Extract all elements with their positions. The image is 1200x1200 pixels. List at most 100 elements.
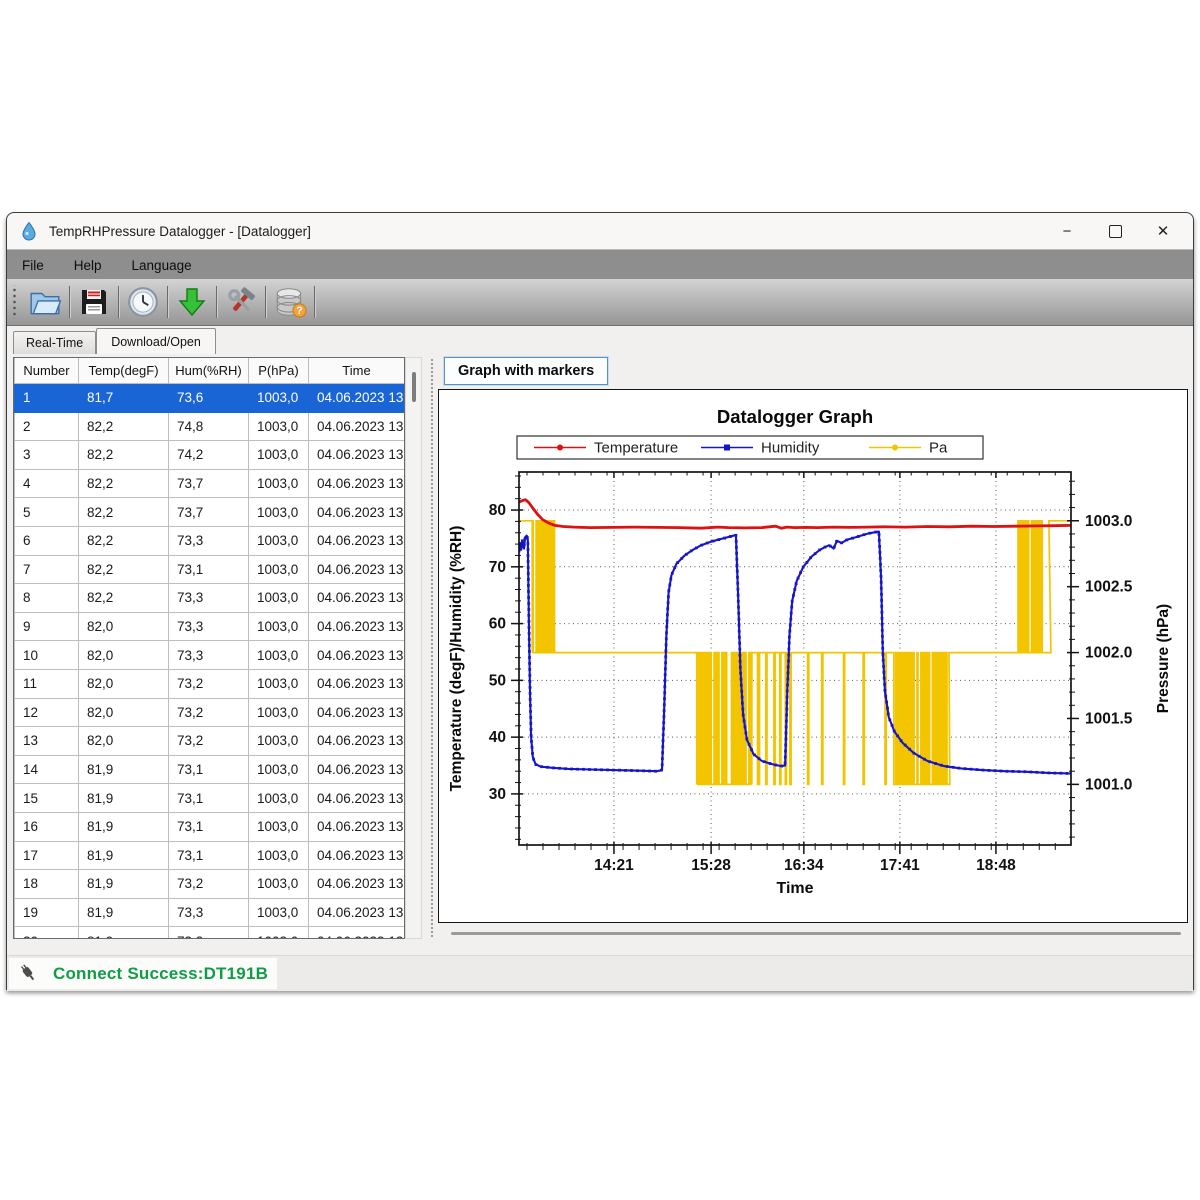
tab-strip: Real-Time Download/Open <box>13 326 216 354</box>
table-cell: 1003,0 <box>249 870 309 899</box>
table-row[interactable]: 1781,973,11003,004.06.2023 13... <box>15 841 405 870</box>
menu-help[interactable]: Help <box>59 258 117 273</box>
save-button[interactable] <box>72 282 116 322</box>
minimize-button[interactable]: − <box>1043 213 1091 249</box>
time-sync-button[interactable] <box>121 282 165 322</box>
status-message: Connect Success:DT191B <box>53 964 268 984</box>
datalogger-chart: 3040506070801001.01001.51002.01002.51003… <box>439 390 1187 922</box>
table-cell: 04.06.2023 13... <box>309 898 405 927</box>
maximize-button[interactable] <box>1091 213 1139 249</box>
table-cell: 04.06.2023 13... <box>309 727 405 756</box>
table-cell: 04.06.2023 13... <box>309 755 405 784</box>
database-button[interactable]: ? <box>268 282 312 322</box>
table-row[interactable]: 582,273,71003,004.06.2023 13... <box>15 498 405 527</box>
table-cell: 04.06.2023 13... <box>309 441 405 470</box>
table-cell: 73,2 <box>169 727 249 756</box>
table-cell: 73,7 <box>169 469 249 498</box>
table-row[interactable]: 2081,973,31003,004.06.2023 13... <box>15 927 405 939</box>
table-cell: 1003,0 <box>249 812 309 841</box>
panel-splitter[interactable] <box>431 359 433 937</box>
status-bar: Connect Success:DT191B <box>7 955 1193 991</box>
table-cell: 82,0 <box>79 727 169 756</box>
column-header[interactable]: Temp(degF) <box>79 358 169 384</box>
table-cell: 1003,0 <box>249 641 309 670</box>
table-cell: 81,7 <box>79 384 169 413</box>
svg-text:16:34: 16:34 <box>784 857 824 874</box>
table-row[interactable]: 1581,973,11003,004.06.2023 13... <box>15 784 405 813</box>
column-header[interactable]: P(hPa) <box>249 358 309 384</box>
svg-text:80: 80 <box>489 502 506 519</box>
tab-real-time[interactable]: Real-Time <box>13 331 96 354</box>
table-cell: 04.06.2023 13... <box>309 841 405 870</box>
svg-text:1001.5: 1001.5 <box>1085 710 1133 727</box>
table-row[interactable]: 282,274,81003,004.06.2023 13... <box>15 412 405 441</box>
table-cell: 82,2 <box>79 498 169 527</box>
table-cell: 1003,0 <box>249 698 309 727</box>
graph-with-markers-label: Graph with markers <box>458 363 594 379</box>
svg-text:1001.0: 1001.0 <box>1085 776 1132 793</box>
table-cell: 82,2 <box>79 469 169 498</box>
table-cell: 74,8 <box>169 412 249 441</box>
table-cell: 1003,0 <box>249 612 309 641</box>
table-cell: 81,9 <box>79 870 169 899</box>
table-scrollbar[interactable] <box>405 357 422 939</box>
table-cell: 1003,0 <box>249 727 309 756</box>
table-row[interactable]: 1082,073,31003,004.06.2023 13... <box>15 641 405 670</box>
database-icon: ? <box>272 285 308 319</box>
table-cell: 1003,0 <box>249 441 309 470</box>
table-cell: 73,3 <box>169 612 249 641</box>
data-table: NumberTemp(degF)Hum(%RH)P(hPa)Time 181,7… <box>13 357 405 939</box>
tab-download-open[interactable]: Download/Open <box>96 328 216 354</box>
table-cell: 82,2 <box>79 412 169 441</box>
table-row[interactable]: 1282,073,21003,004.06.2023 13... <box>15 698 405 727</box>
table-row[interactable]: 882,273,31003,004.06.2023 13... <box>15 584 405 613</box>
table-cell: 73,2 <box>169 870 249 899</box>
table-row[interactable]: 1681,973,11003,004.06.2023 13... <box>15 812 405 841</box>
table-row[interactable]: 982,073,31003,004.06.2023 13... <box>15 612 405 641</box>
table-row[interactable]: 682,273,31003,004.06.2023 13... <box>15 526 405 555</box>
open-file-button[interactable] <box>23 282 67 322</box>
table-row[interactable]: 1382,073,21003,004.06.2023 13... <box>15 727 405 756</box>
toolbar-grip[interactable] <box>11 285 17 319</box>
table-row[interactable]: 482,273,71003,004.06.2023 13... <box>15 469 405 498</box>
column-header[interactable]: Time <box>309 358 405 384</box>
svg-text:14:21: 14:21 <box>594 857 634 874</box>
table-row[interactable]: 782,273,11003,004.06.2023 13... <box>15 555 405 584</box>
window-title: TempRHPressure Datalogger - [Datalogger] <box>49 224 311 239</box>
table-cell: 73,3 <box>169 526 249 555</box>
table-cell: 73,3 <box>169 898 249 927</box>
menu-language[interactable]: Language <box>117 258 207 273</box>
table-cell: 7 <box>15 555 79 584</box>
table-cell: 1003,0 <box>249 526 309 555</box>
connector-icon <box>17 962 41 986</box>
table-cell: 73,1 <box>169 812 249 841</box>
download-button[interactable] <box>170 282 214 322</box>
svg-text:1002.5: 1002.5 <box>1085 579 1133 596</box>
table-row[interactable]: 1182,073,21003,004.06.2023 13... <box>15 669 405 698</box>
table-cell: 73,3 <box>169 641 249 670</box>
table-cell: 04.06.2023 13... <box>309 498 405 527</box>
table-row[interactable]: 382,274,21003,004.06.2023 13... <box>15 441 405 470</box>
table-scrollbar-thumb[interactable] <box>412 372 416 402</box>
table-cell: 81,9 <box>79 812 169 841</box>
svg-text:70: 70 <box>489 559 506 576</box>
table-row[interactable]: 181,773,61003,004.06.2023 13... <box>15 384 405 413</box>
graph-panel: 3040506070801001.01001.51002.01002.51003… <box>438 389 1188 923</box>
table-row[interactable]: 1881,973,21003,004.06.2023 13... <box>15 870 405 899</box>
close-button[interactable]: ✕ <box>1139 213 1187 249</box>
column-header[interactable]: Hum(%RH) <box>169 358 249 384</box>
table-row[interactable]: 1981,973,31003,004.06.2023 13... <box>15 898 405 927</box>
table-cell: 1003,0 <box>249 498 309 527</box>
table-row[interactable]: 1481,973,11003,004.06.2023 13... <box>15 755 405 784</box>
graph-with-markers-button[interactable]: Graph with markers <box>444 357 608 385</box>
toolbar: ? <box>7 279 1193 326</box>
menu-file[interactable]: File <box>7 258 59 273</box>
table-cell: 82,2 <box>79 441 169 470</box>
graph-scrollbar[interactable] <box>451 932 1181 935</box>
settings-button[interactable] <box>219 282 263 322</box>
table-cell: 73,3 <box>169 584 249 613</box>
table-cell: 81,9 <box>79 927 169 939</box>
toolbar-separator <box>69 286 70 318</box>
table-cell: 18 <box>15 870 79 899</box>
column-header[interactable]: Number <box>15 358 79 384</box>
